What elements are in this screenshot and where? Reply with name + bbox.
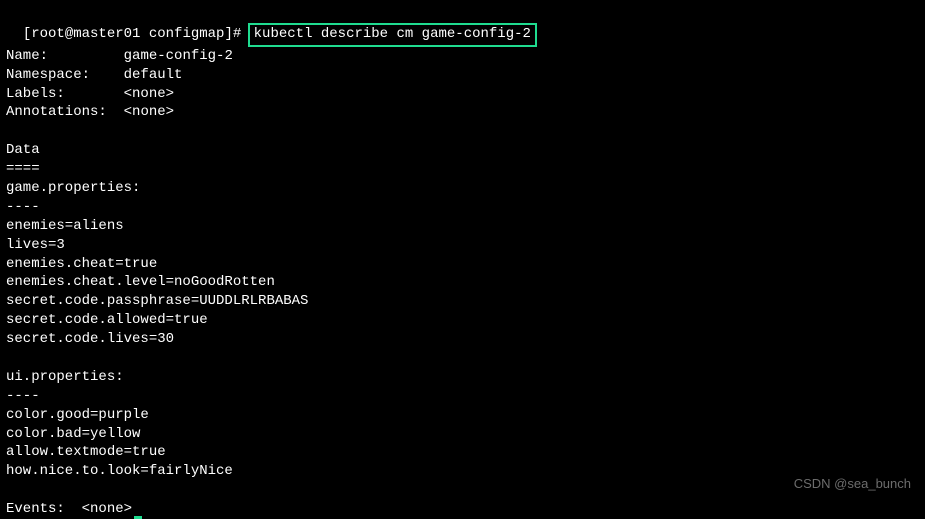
section-line: enemies.cheat.level=noGoodRotten bbox=[6, 273, 919, 292]
events-line: Events: <none> bbox=[6, 500, 919, 519]
meta-labels-label: Labels: bbox=[6, 86, 65, 102]
meta-annotations-value: <none> bbox=[124, 104, 174, 120]
blank-line bbox=[6, 349, 919, 368]
shell-prompt-prefix: [root@master01 configmap]# bbox=[23, 26, 250, 42]
section-line: color.bad=yellow bbox=[6, 425, 919, 444]
meta-namespace-value: default bbox=[124, 67, 183, 83]
shell-prompt-line[interactable]: [root@master01 configmap]# kubectl descr… bbox=[6, 4, 919, 47]
section-sep-0: ---- bbox=[6, 198, 919, 217]
meta-name: Name: game-config-2 bbox=[6, 47, 919, 66]
section-title-0: game.properties: bbox=[6, 179, 919, 198]
section-line: lives=3 bbox=[6, 236, 919, 255]
command-highlight-box: kubectl describe cm game-config-2 bbox=[248, 23, 537, 47]
section-line: secret.code.passphrase=UUDDLRLRBABAS bbox=[6, 292, 919, 311]
meta-namespace: Namespace: default bbox=[6, 66, 919, 85]
data-separator: ==== bbox=[6, 160, 919, 179]
meta-name-value: game-config-2 bbox=[124, 48, 233, 64]
events-value: <none> bbox=[82, 501, 132, 517]
meta-annotations-label: Annotations: bbox=[6, 104, 107, 120]
section-title-1: ui.properties: bbox=[6, 368, 919, 387]
blank-line bbox=[6, 122, 919, 141]
section-line: enemies.cheat=true bbox=[6, 255, 919, 274]
section-line: enemies=aliens bbox=[6, 217, 919, 236]
section-line: color.good=purple bbox=[6, 406, 919, 425]
section-line: how.nice.to.look=fairlyNice bbox=[6, 462, 919, 481]
section-line: secret.code.allowed=true bbox=[6, 311, 919, 330]
meta-name-label: Name: bbox=[6, 48, 48, 64]
data-header: Data bbox=[6, 141, 919, 160]
meta-namespace-label: Namespace: bbox=[6, 67, 90, 83]
meta-annotations: Annotations: <none> bbox=[6, 103, 919, 122]
watermark: CSDN @sea_bunch bbox=[794, 475, 911, 493]
meta-labels-value: <none> bbox=[124, 86, 174, 102]
events-label: Events: bbox=[6, 501, 65, 517]
section-line: allow.textmode=true bbox=[6, 443, 919, 462]
section-sep-1: ---- bbox=[6, 387, 919, 406]
shell-command: kubectl describe cm game-config-2 bbox=[254, 26, 531, 42]
section-line: secret.code.lives=30 bbox=[6, 330, 919, 349]
meta-labels: Labels: <none> bbox=[6, 85, 919, 104]
blank-line bbox=[6, 481, 919, 500]
